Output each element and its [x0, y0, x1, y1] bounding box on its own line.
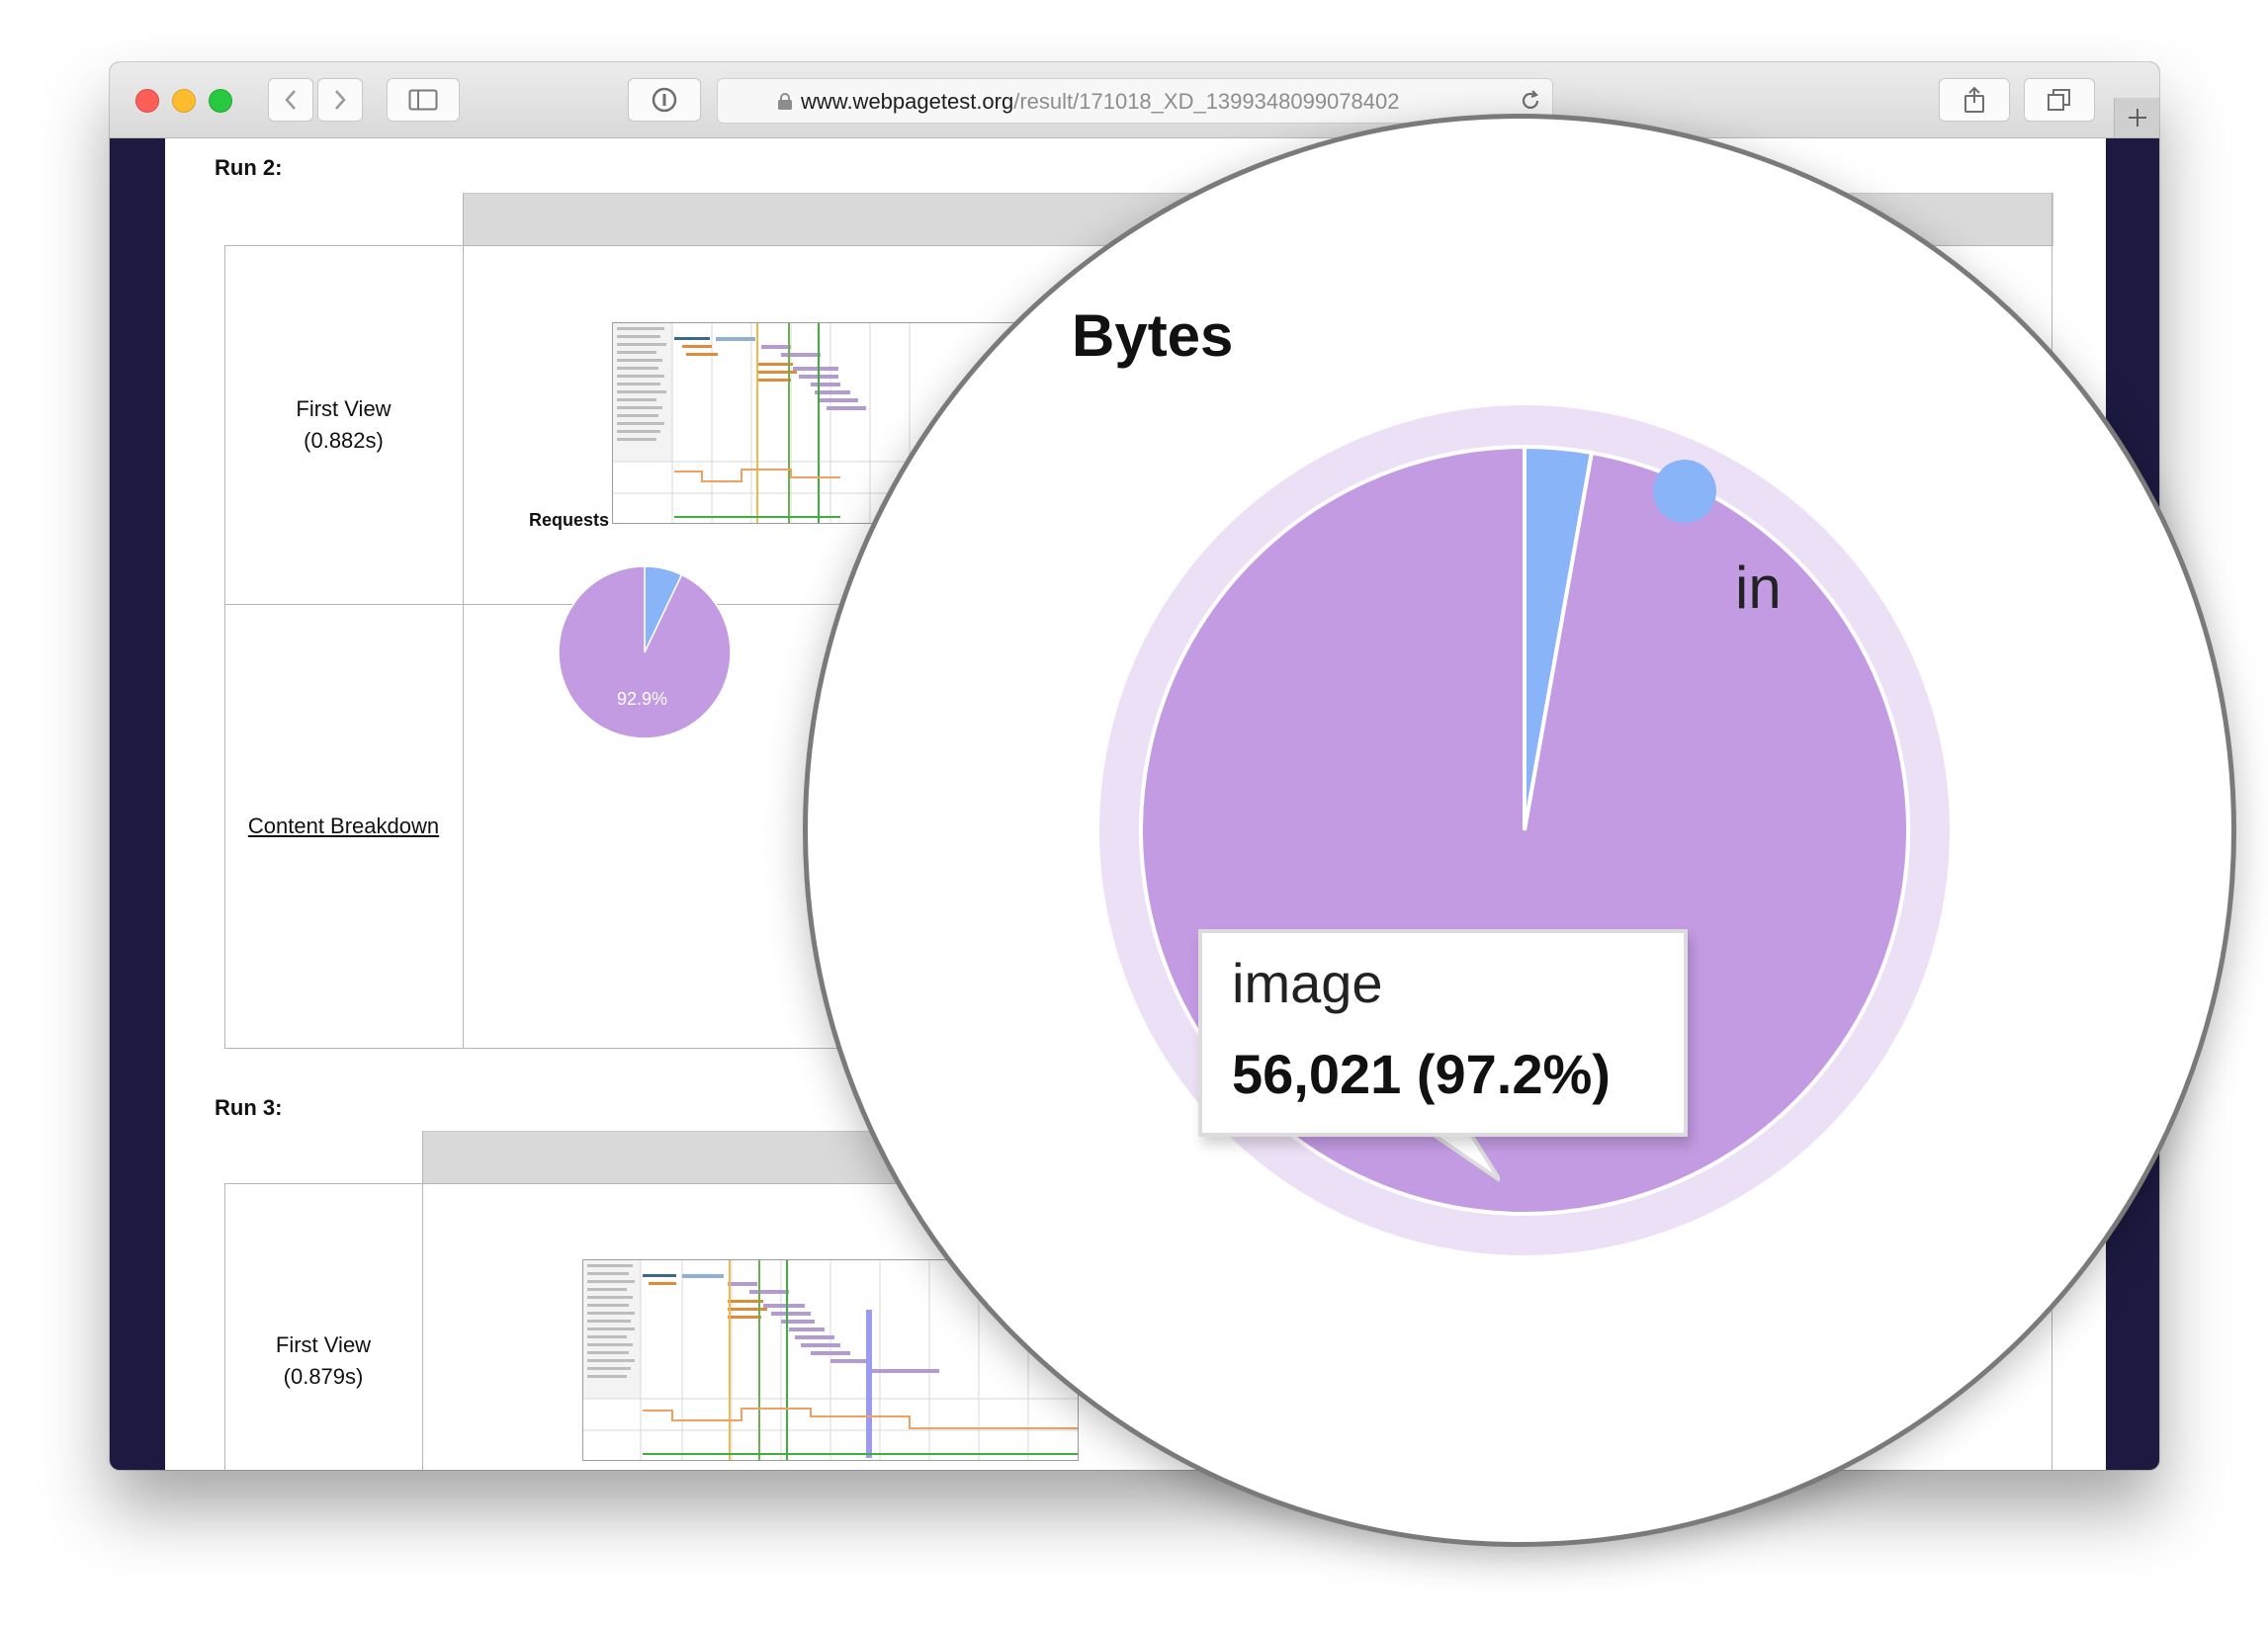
address-bar[interactable]: www.webpagetest.org/result/171018_XD_139… — [717, 78, 1553, 124]
plus-icon — [2129, 109, 2146, 127]
url-domain: www.webpagetest.org — [801, 89, 1014, 114]
requests-chart-title: Requests — [529, 510, 610, 530]
run3-first-view-label: First View — [275, 1332, 372, 1357]
tooltip-value: 56,021 (97.2%) — [1232, 1043, 1611, 1105]
tooltip-category: image — [1232, 952, 1383, 1014]
table-border — [224, 245, 225, 1049]
legend-image-label[interactable]: in — [1735, 554, 1782, 622]
pie-tooltip: image 56,021 (97.2%) — [1198, 929, 1688, 1137]
table-border — [224, 1183, 225, 1470]
requests-pie-chart[interactable]: 92.9% — [546, 554, 743, 751]
close-window-button[interactable] — [135, 89, 159, 113]
content-breakdown-link[interactable]: Content Breakdown — [224, 811, 463, 842]
requests-pie-slice-label: 92.9% — [617, 689, 667, 709]
legend-image-swatch[interactable] — [1653, 560, 1716, 624]
requests-pie-slices — [558, 565, 732, 739]
chevron-left-icon — [285, 90, 296, 110]
share-button[interactable] — [1939, 78, 2010, 122]
reload-icon[interactable] — [1519, 88, 1542, 114]
magnifier-lens: Bytes in image 56,021 (97.2%) — [803, 114, 2236, 1547]
sidebar-toggle-button[interactable] — [387, 78, 460, 122]
chevron-right-icon — [335, 90, 346, 110]
back-button[interactable] — [268, 78, 313, 122]
run3-first-view-cell: First View (0.879s) — [224, 1329, 422, 1393]
tooltip-pointer — [1371, 1133, 1500, 1182]
first-view-cell: First View (0.882s) — [224, 393, 463, 457]
sidebar-icon — [408, 89, 438, 111]
table-border — [463, 193, 464, 1049]
minimize-window-button[interactable] — [172, 89, 196, 113]
share-icon — [1964, 86, 1984, 113]
tab-overview-button[interactable] — [2024, 78, 2095, 122]
table-border — [422, 1131, 423, 1470]
first-view-label: First View — [296, 396, 392, 421]
lock-icon — [778, 93, 792, 110]
privacy-report-button[interactable] — [628, 78, 701, 122]
url-path: /result/171018_XD_1399348099078402 — [1013, 89, 1400, 114]
legend-other-swatch[interactable] — [1653, 460, 1716, 523]
pie-slice-image[interactable] — [558, 565, 732, 739]
bytes-chart-title: Bytes — [1072, 302, 1234, 369]
tabs-icon — [2048, 89, 2070, 111]
url-text: www.webpagetest.org/result/171018_XD_139… — [801, 89, 1399, 115]
run-3-label: Run 3: — [215, 1095, 283, 1120]
browser-toolbar: www.webpagetest.org/result/171018_XD_139… — [110, 62, 2159, 138]
new-tab-button[interactable] — [2114, 98, 2159, 137]
zoom-window-button[interactable] — [209, 89, 232, 113]
shield-info-icon — [652, 87, 677, 113]
run-2-label: Run 2: — [215, 155, 283, 180]
forward-button[interactable] — [317, 78, 363, 122]
run3-first-view-time: (0.879s) — [283, 1364, 364, 1389]
first-view-time: (0.882s) — [304, 428, 384, 453]
